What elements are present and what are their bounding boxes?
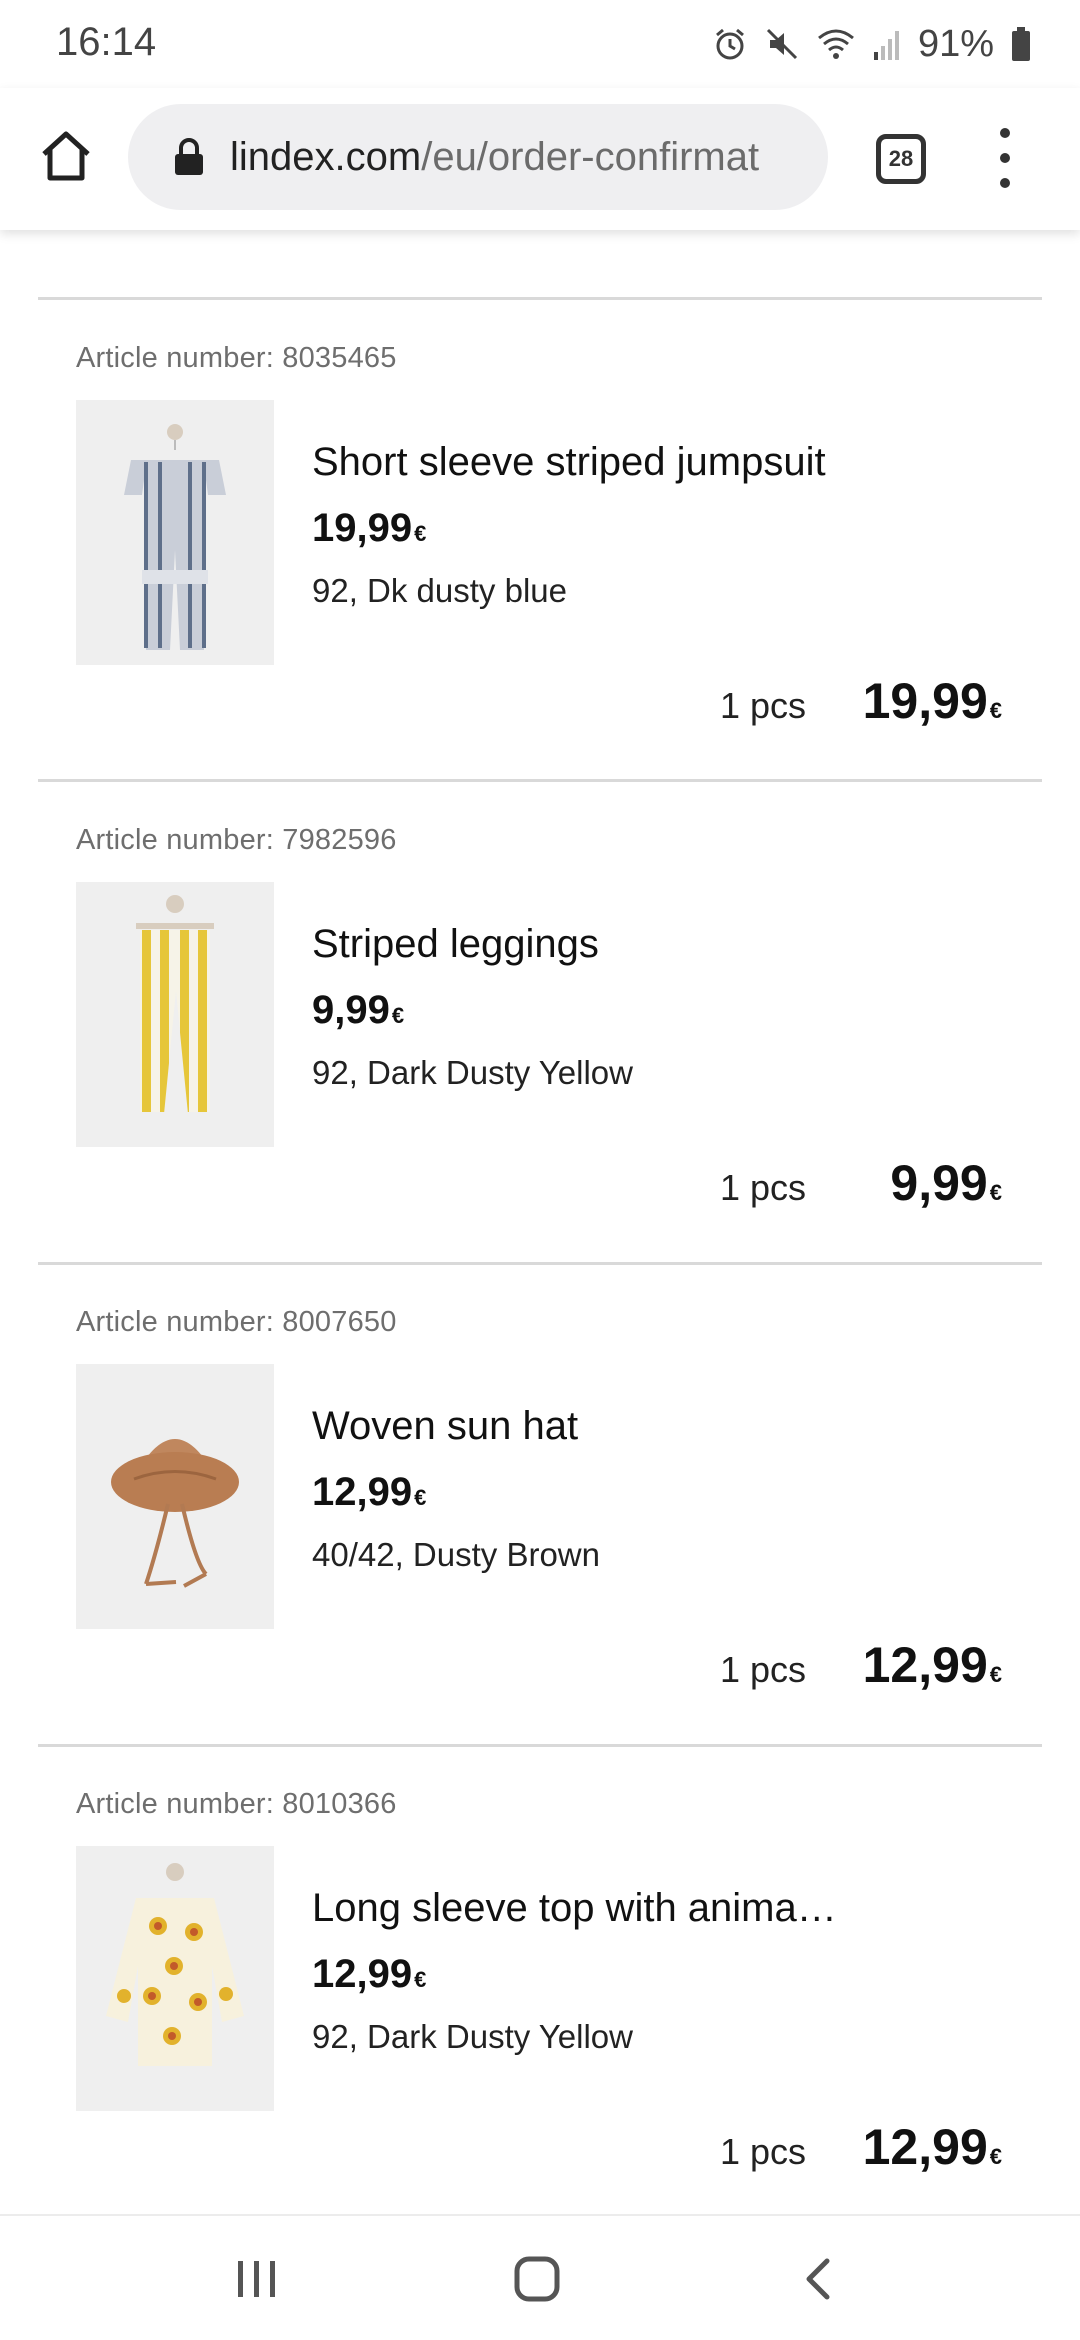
status-icons: 91% <box>712 20 1032 68</box>
article-number: Article number: 8035465 <box>76 342 397 374</box>
product-name[interactable]: Short sleeve striped jumpsuit <box>312 440 826 485</box>
tabs-button[interactable]: 28 <box>876 134 926 184</box>
unit-price: 12,99€ <box>312 1470 427 1514</box>
order-items-list: Article number: 8035465 Short sleeve str… <box>0 230 1080 2214</box>
article-number: Article number: 8007650 <box>76 1306 397 1338</box>
home-nav-icon <box>514 2256 560 2302</box>
product-image-top[interactable] <box>76 1846 274 2111</box>
size-color: 92, Dk dusty blue <box>312 572 567 609</box>
product-image-jumpsuit[interactable] <box>76 400 274 665</box>
back-button[interactable] <box>784 2246 854 2312</box>
url-path: /eu/order-confirmat <box>421 134 760 179</box>
battery-percent: 91% <box>917 22 994 65</box>
lock-icon <box>175 138 203 175</box>
line-total: 12,99€ <box>862 1637 1002 1693</box>
size-color: 92, Dark Dusty Yellow <box>312 2018 633 2055</box>
url-domain: lindex.com <box>230 134 422 179</box>
browser-toolbar: lindex.com/eu/order-confirmat 28 <box>0 88 1080 230</box>
product-name[interactable]: Striped leggings <box>312 922 599 967</box>
signal-icon <box>873 31 899 60</box>
tab-count: 28 <box>888 146 914 171</box>
unit-price: 9,99€ <box>312 988 405 1032</box>
size-color: 92, Dark Dusty Yellow <box>312 1054 633 1091</box>
address-bar[interactable]: lindex.com/eu/order-confirmat <box>128 104 828 210</box>
size-color: 40/42, Dusty Brown <box>312 1536 600 1573</box>
battery-icon <box>1012 27 1030 61</box>
wifi-icon <box>817 29 854 59</box>
alarm-icon <box>715 28 744 60</box>
line-total: 12,99€ <box>862 2119 1002 2175</box>
order-item: Article number: 8035465 Short sleeve str… <box>38 300 1042 780</box>
article-number: Article number: 8010366 <box>76 1788 397 1820</box>
product-name[interactable]: Long sleeve top with anima… <box>312 1886 837 1931</box>
back-icon <box>806 2258 830 2300</box>
more-vert-icon[interactable] <box>990 128 1020 188</box>
quantity: 1 pcs <box>719 1167 806 1208</box>
line-total: 19,99€ <box>862 673 1002 729</box>
home-button[interactable] <box>34 124 98 188</box>
unit-price: 12,99€ <box>312 1952 427 1996</box>
order-item: Article number: 8010366 Long sleeve top … <box>38 1746 1042 2214</box>
line-total: 9,99€ <box>890 1155 1002 1211</box>
unit-price: 19,99€ <box>312 506 427 550</box>
order-item: Article number: 8007650 Woven sun hat 12… <box>38 1264 1042 1744</box>
system-nav-bar <box>0 2214 1080 2340</box>
recents-icon <box>238 2261 275 2297</box>
product-name[interactable]: Woven sun hat <box>312 1404 578 1449</box>
status-time: 16:14 <box>56 20 157 64</box>
product-image-sun-hat[interactable] <box>76 1364 274 1629</box>
quantity: 1 pcs <box>719 1649 806 1690</box>
status-bar: 16:14 91% <box>0 0 1080 88</box>
quantity: 1 pcs <box>719 2131 806 2172</box>
recents-button[interactable] <box>222 2246 292 2312</box>
order-item: Article number: 7982596 Striped leggings… <box>38 782 1042 1262</box>
url-text: lindex.com/eu/order-confirmat <box>230 135 759 180</box>
home-nav-button[interactable] <box>502 2246 572 2312</box>
home-icon <box>42 131 90 181</box>
product-image-leggings[interactable] <box>76 882 274 1147</box>
mute-icon <box>766 28 797 60</box>
quantity: 1 pcs <box>719 685 806 726</box>
article-number: Article number: 7982596 <box>76 824 397 856</box>
